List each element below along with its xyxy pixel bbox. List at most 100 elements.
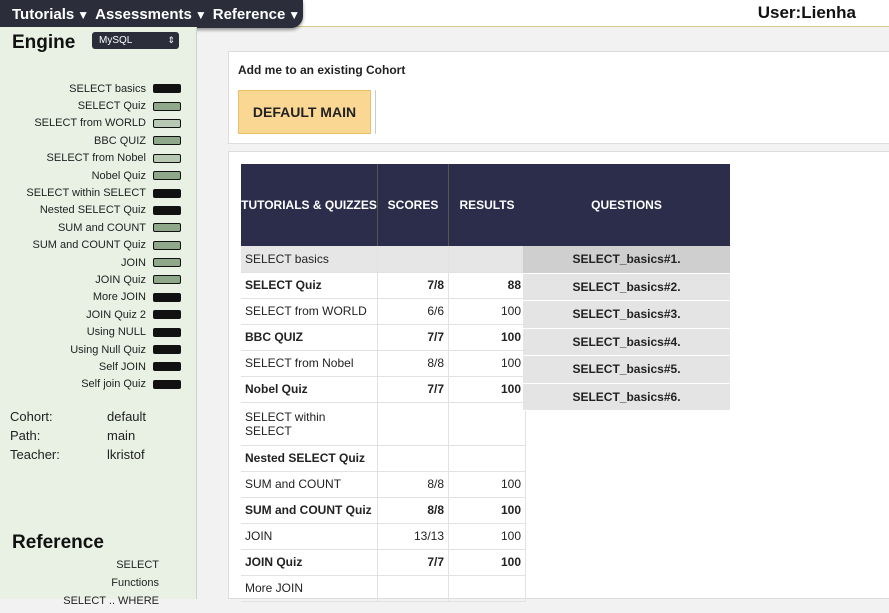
tutorial-label: SELECT from Nobel	[46, 152, 146, 165]
tutorial-label: Self JOIN	[98, 360, 146, 373]
question-link[interactable]: SELECT_basics#1.	[523, 246, 730, 274]
tutorial-name-cell[interactable]: More JOIN	[241, 575, 378, 602]
sidebar-tutorial-link[interactable]: Nobel Quiz	[26, 167, 181, 184]
reference-link[interactable]: SELECT .. WHERE	[63, 595, 159, 613]
reference-link[interactable]: SELECT	[63, 559, 159, 577]
sidebar-tutorial-link[interactable]: SELECT basics	[26, 80, 181, 97]
question-link[interactable]: SELECT_basics#2.	[523, 273, 730, 301]
progress-bar	[153, 188, 181, 198]
sidebar-tutorial-link[interactable]: SELECT Quiz	[26, 97, 181, 114]
nav-reference[interactable]: Reference ▼	[213, 6, 300, 23]
info-value: main	[107, 428, 136, 443]
progress-bar	[153, 310, 181, 320]
cohort-panel: Add me to an existing Cohort DEFAULT MAI…	[228, 51, 889, 144]
tutorial-label: More JOIN	[92, 291, 146, 304]
tutorial-name-cell[interactable]: JOIN Quiz	[241, 549, 378, 576]
table-row: Nobel Quiz 7/7 100	[241, 376, 526, 403]
score-cell: 13/13	[377, 523, 449, 550]
header-results: RESULTS	[448, 164, 526, 246]
tutorial-label: JOIN Quiz	[95, 273, 146, 286]
question-link[interactable]: SELECT_basics#6.	[523, 383, 730, 411]
score-cell	[377, 402, 449, 446]
tutorial-label: SELECT basics	[69, 82, 146, 95]
tutorial-name-cell[interactable]: SELECT Quiz	[241, 272, 378, 299]
question-link[interactable]: SELECT_basics#5.	[523, 356, 730, 384]
reference-list: SELECT Functions SELECT .. WHERE	[63, 559, 159, 613]
progress-bar	[153, 327, 181, 337]
main-nav: Tutorials ▼ Assessments ▼ Reference ▼	[0, 0, 303, 28]
score-cell	[377, 575, 449, 602]
sidebar-tutorial-link[interactable]: JOIN Quiz	[26, 271, 181, 288]
sidebar-tutorial-link[interactable]: BBC QUIZ	[26, 132, 181, 149]
result-cell	[448, 445, 526, 472]
result-cell: 100	[448, 324, 526, 351]
sidebar: Engine MySQL ⇕ SELECT basics SELECT Quiz S…	[0, 27, 197, 607]
tutorial-name-cell[interactable]: BBC QUIZ	[241, 324, 378, 351]
table-row: SELECT basics	[241, 246, 526, 273]
sidebar-tutorial-link[interactable]: More JOIN	[26, 289, 181, 306]
table-row: SELECT from WORLD 6/6 100	[241, 298, 526, 325]
tutorial-name-cell[interactable]: SELECT from WORLD	[241, 298, 378, 325]
progress-bar	[153, 136, 181, 146]
tutorial-name-cell[interactable]: SELECT basics	[241, 246, 378, 273]
default-main-button[interactable]: DEFAULT MAIN	[238, 90, 371, 134]
sidebar-tutorial-link[interactable]: SELECT within SELECT	[26, 184, 181, 201]
engine-label: Engine	[12, 32, 76, 53]
engine-select[interactable]: MySQL ⇕	[92, 32, 179, 49]
header-scores: SCORES	[377, 164, 449, 246]
question-link[interactable]: SELECT_basics#4.	[523, 328, 730, 356]
sidebar-tutorial-link[interactable]: SUM and COUNT	[26, 219, 181, 236]
score-cell: 7/8	[377, 272, 449, 299]
info-value: lkristof	[107, 447, 145, 462]
question-link[interactable]: SELECT_basics#3.	[523, 301, 730, 329]
sidebar-tutorial-link[interactable]: SELECT from Nobel	[26, 150, 181, 167]
score-cell: 6/6	[377, 298, 449, 325]
tutorial-label: JOIN Quiz 2	[86, 308, 146, 321]
sidebar-tutorial-link[interactable]: Self join Quiz	[26, 376, 181, 393]
progress-bar	[153, 223, 181, 233]
table-row: JOIN 13/13 100	[241, 523, 526, 550]
tutorial-label: SUM and COUNT Quiz	[32, 239, 147, 252]
sidebar-tutorial-link[interactable]: Using Null Quiz	[26, 341, 181, 358]
table-row: SUM and COUNT Quiz 8/8 100	[241, 497, 526, 524]
tutorial-name-cell[interactable]: SELECT from Nobel	[241, 350, 378, 377]
result-cell: 100	[448, 549, 526, 576]
info-row: Cohort: default	[10, 409, 146, 428]
divider	[375, 90, 376, 134]
nav-label: Assessments	[95, 5, 192, 23]
score-cell	[377, 246, 449, 273]
result-cell: 100	[448, 376, 526, 403]
sidebar-tutorial-link[interactable]: JOIN Quiz 2	[26, 306, 181, 323]
progress-bar	[153, 379, 181, 389]
reference-link[interactable]: Functions	[63, 577, 159, 595]
tutorial-label: JOIN	[120, 256, 146, 269]
info-key: Path:	[10, 428, 41, 443]
sidebar-tutorial-link[interactable]: Nested SELECT Quiz	[26, 202, 181, 219]
tutorial-label: SELECT within SELECT	[26, 187, 146, 200]
tutorial-name-cell[interactable]: SUM and COUNT	[241, 471, 378, 498]
cohort-info: Cohort: default Path: main Teacher: lkristof	[10, 409, 146, 466]
table-row: SELECT within SELECT	[241, 402, 526, 446]
result-cell: 100	[448, 497, 526, 524]
nav-tutorials[interactable]: Tutorials ▼	[12, 6, 89, 23]
score-cell: 7/7	[377, 376, 449, 403]
nav-assessments[interactable]: Assessments ▼	[95, 6, 207, 23]
dropdown-arrow-icon: ▼	[77, 7, 90, 22]
tutorial-name-cell[interactable]: Nested SELECT Quiz	[241, 445, 378, 472]
select-arrows-icon: ⇕	[167, 35, 175, 45]
tutorial-name-cell[interactable]: JOIN	[241, 523, 378, 550]
tutorial-name-cell[interactable]: SUM and COUNT Quiz	[241, 497, 378, 524]
tutorial-name-cell[interactable]: Nobel Quiz	[241, 376, 378, 403]
sidebar-tutorial-link[interactable]: JOIN	[26, 254, 181, 271]
sidebar-tutorial-link[interactable]: SUM and COUNT Quiz	[26, 237, 181, 254]
tutorial-label: SELECT Quiz	[77, 100, 146, 113]
sidebar-tutorial-link[interactable]: SELECT from WORLD	[26, 115, 181, 132]
score-cell: 7/7	[377, 549, 449, 576]
sidebar-tutorial-link[interactable]: Self JOIN	[26, 358, 181, 375]
tutorial-name-cell[interactable]: SELECT within SELECT	[241, 402, 378, 446]
scores-table: TUTORIALS & QUIZZES SCORES RESULTS SELEC…	[241, 164, 526, 602]
sidebar-tutorial-link[interactable]: Using NULL	[26, 323, 181, 340]
tutorial-list: SELECT basics SELECT Quiz SELECT from WORL…	[26, 80, 181, 393]
progress-bar	[153, 205, 181, 215]
info-value: default	[107, 409, 147, 424]
